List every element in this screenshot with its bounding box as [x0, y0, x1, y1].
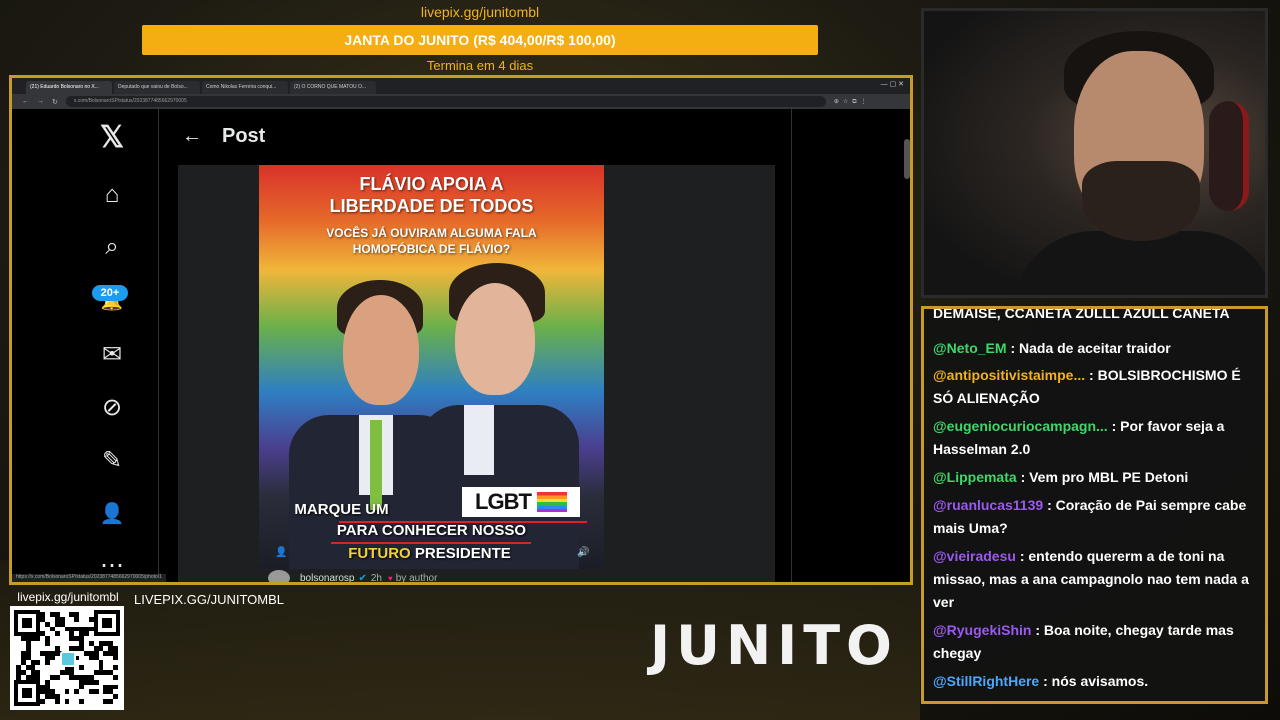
column-divider [791, 109, 792, 582]
headphone-icon [1209, 101, 1249, 211]
verified-icon: ✔ [358, 572, 367, 584]
qr-center-logo-icon [60, 651, 76, 667]
chat-message: @Neto_EM : Nada de aceitar traidor [933, 340, 1171, 356]
url-field[interactable]: x.com/BolsonaroSP/status/202387748566297… [65, 96, 826, 107]
chat-username[interactable]: @StillRightHere [933, 673, 1039, 689]
poster-cta-line3: FUTURO PRESIDENTE [348, 545, 511, 562]
chat-username[interactable]: @antipositivistaimpe... [933, 367, 1085, 383]
messages-icon[interactable]: ✉ [90, 336, 134, 372]
figure-left-head [343, 295, 419, 405]
x-logo-icon[interactable]: 𝕏 [90, 119, 134, 155]
chat-message: @ruanlucas1139 : Coração de Pai sempre c… [933, 497, 1247, 536]
avatar[interactable] [268, 570, 290, 582]
grok-icon[interactable]: ⊘ [90, 389, 134, 425]
search-icon[interactable]: ⌕ [90, 229, 134, 265]
livepix-url: LIVEPIX.GG/JUNITOMBL [134, 592, 285, 607]
home-icon[interactable]: ⌂ [90, 177, 134, 213]
chat-message: @antipositivistaimpe... : BOLSIBROCHISMO… [933, 367, 1241, 406]
chat-username[interactable]: @RyugekiShin [933, 622, 1031, 638]
goal-ends-text: Termina em 4 dias [426, 58, 534, 73]
poster-subheadline: VOCÊS JÁ OUVIRAM ALGUMA FALA HOMOFÓBICA … [326, 226, 537, 256]
status-url: https://x.com/BolsonaroSP/status/2023877… [12, 574, 166, 582]
post-author-row: bolsonarosp ✔ 2h ♥ by author [268, 569, 438, 584]
chat-message: @Lippemata : Vem pro MBL PE Detoni [933, 469, 1189, 485]
rainbow-flag-icon [536, 492, 567, 512]
figure-left-tie [370, 420, 382, 510]
post-header: ← Post [162, 109, 790, 163]
chat-username[interactable]: @Neto_EM [933, 340, 1007, 356]
extension-icons[interactable]: ⊕☆⧉⋮ [834, 98, 871, 106]
chat-message: @RyugekiShin : Boa noite, chegay tarde m… [933, 622, 1234, 661]
browser-window: (21) Eduardo Bolsonaro no X... Deputado … [9, 75, 913, 585]
qr-label: livepix.gg/junitombl [17, 590, 119, 604]
figure-right-head [455, 283, 535, 395]
author-handle[interactable]: bolsonarosp [300, 573, 354, 583]
chat-message: @vieiradesu : entendo quererm a de toni … [933, 548, 1249, 610]
goal-label: JANTA DO JUNITO (R$ 404,00/R$ 100,00) [344, 32, 616, 48]
window-controls-icon[interactable]: — ▢ ✕ [881, 80, 904, 88]
qr-finder [94, 610, 120, 636]
tab-strip: (21) Eduardo Bolsonaro no X... Deputado … [12, 78, 910, 94]
compose-icon[interactable]: ✎ [90, 442, 134, 478]
page-title: Post [222, 124, 266, 147]
poster-headline: FLÁVIO APOIA A LIBERDADE DE TODOS [329, 174, 534, 216]
livepix-top-url: livepix.gg/junitombl [420, 4, 540, 20]
reload-icon[interactable]: ↻ [52, 98, 58, 106]
browser-tab[interactable]: (21) Eduardo Bolsonaro no X... [26, 81, 112, 94]
x-sidenav: 𝕏 ⌂ ⌕ 🔔 20+ ✉ ⊘ ✎ 👤 ⋯ [90, 109, 134, 582]
donation-goal-bar: JANTA DO JUNITO (R$ 404,00/R$ 100,00) [142, 25, 818, 55]
lgbt-badge: LGBT [462, 487, 580, 517]
post-time: 2h [370, 572, 382, 584]
notification-badge: 20+ [92, 285, 128, 301]
forward-nav-icon[interactable]: → [37, 98, 44, 105]
browser-tab[interactable]: Como Nikolas Ferreira conqui... [202, 81, 288, 94]
webcam-feed [921, 8, 1268, 298]
liked-by-label: by author [395, 572, 438, 584]
chat-message: @eugeniocuriocampagn... : Por favor seja… [933, 418, 1225, 457]
chat-panel: DEMAISE, CCANETA ZULLL AZULL CANETA @Net… [921, 306, 1268, 704]
user-tag-icon[interactable]: 👤 [275, 547, 287, 558]
streamer-beard [1082, 161, 1200, 241]
qr-finder [14, 680, 40, 706]
back-arrow-icon[interactable]: ← [162, 125, 222, 148]
x-page: 𝕏 ⌂ ⌕ 🔔 20+ ✉ ⊘ ✎ 👤 ⋯ ← Post FLÁVIO APOI… [12, 109, 910, 582]
qr-finder [14, 610, 40, 636]
profile-icon[interactable]: 👤 [90, 495, 134, 531]
poster-cta-line2: PARA CONHECER NOSSO [336, 522, 527, 539]
heart-icon: ♥ [388, 573, 393, 583]
chat-username[interactable]: @eugeniocuriocampagn... [933, 418, 1108, 434]
chat-username[interactable]: @ruanlucas1139 [933, 497, 1043, 513]
red-underline [331, 542, 531, 544]
post-image[interactable]: FLÁVIO APOIA A LIBERDADE DE TODOS VOCÊS … [259, 165, 604, 569]
streamer-body [1014, 231, 1265, 295]
address-bar: ← → ↻ x.com/BolsonaroSP/status/202387748… [12, 94, 910, 109]
chat-username[interactable]: @Lippemata [933, 469, 1017, 485]
scrollbar[interactable] [904, 139, 910, 179]
figure-right-shirt [464, 405, 494, 475]
brand-logo: JUNITO [650, 614, 898, 677]
browser-tab[interactable]: Deputado que vaiou de Bolso... [114, 81, 200, 94]
chat-username[interactable]: @vieiradesu [933, 548, 1016, 564]
volume-icon[interactable]: 🔊 [577, 547, 589, 558]
chat-message: DEMAISE, CCANETA ZULLL AZULL CANETA [933, 306, 1230, 321]
back-nav-icon[interactable]: ← [22, 98, 29, 105]
chat-message: @StillRightHere : nós avisamos. [933, 673, 1149, 689]
qr-code [10, 606, 124, 710]
column-divider [158, 109, 159, 582]
browser-tab[interactable]: (2) O CORNO QUE MATOU O... [290, 81, 376, 94]
